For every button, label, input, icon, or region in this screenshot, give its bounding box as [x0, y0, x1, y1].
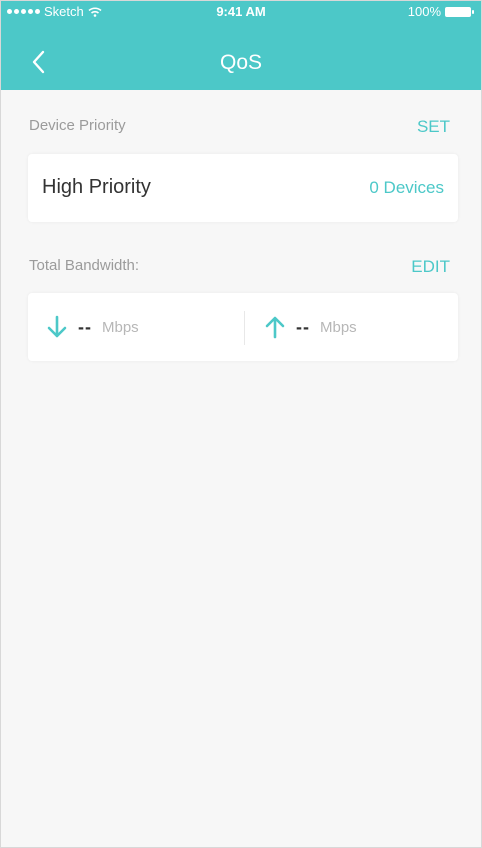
bandwidth-card: -- Mbps -- Mbps [28, 293, 458, 361]
status-bar: Sketch 9:41 AM 100% [1, 1, 481, 23]
arrow-up-icon [265, 316, 285, 339]
page-title: QoS [219, 51, 263, 74]
upload-value: -- [296, 316, 310, 337]
header-bar: Sketch 9:41 AM 100% QoS [1, 1, 481, 90]
set-button[interactable]: SET [417, 117, 450, 137]
bandwidth-divider [244, 311, 245, 345]
upload-bandwidth: -- Mbps [264, 293, 357, 361]
phone-screen: Sketch 9:41 AM 100% QoS Device Priority … [0, 0, 482, 848]
arrow-down-icon [47, 315, 67, 338]
battery-icon [445, 6, 474, 17]
upload-unit: Mbps [320, 318, 357, 336]
status-right: 100% [407, 4, 474, 19]
high-priority-title: High Priority [42, 176, 151, 198]
high-priority-card[interactable]: High Priority 0 Devices [28, 154, 458, 222]
device-priority-label: Device Priority [29, 117, 126, 134]
download-unit: Mbps [102, 318, 139, 336]
download-bandwidth: -- Mbps [46, 293, 139, 361]
edit-button[interactable]: EDIT [411, 257, 450, 277]
download-value: -- [78, 316, 92, 337]
total-bandwidth-label: Total Bandwidth: [29, 257, 140, 274]
battery-percent: 100% [407, 4, 441, 19]
device-count: 0 Devices [369, 178, 444, 197]
navigation-bar: QoS [1, 41, 481, 83]
